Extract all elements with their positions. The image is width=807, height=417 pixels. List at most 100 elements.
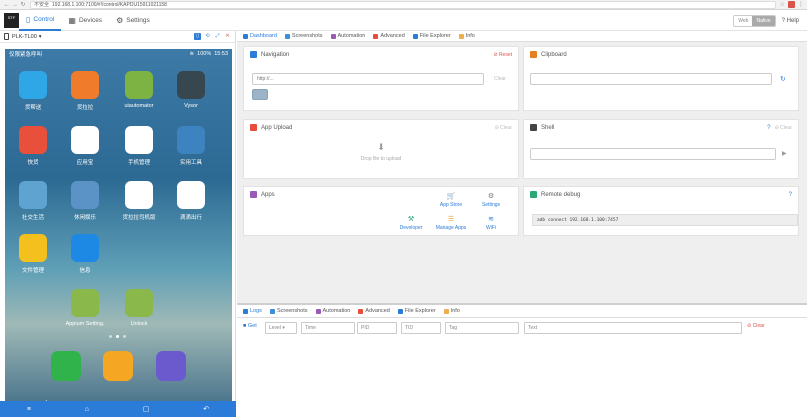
url-input[interactable]: http://... xyxy=(252,73,484,85)
automation-icon xyxy=(330,33,336,39)
rotate-icon[interactable]: ⟲ xyxy=(204,33,211,40)
drop-zone[interactable]: ⬇ Drop file to upload xyxy=(244,136,518,176)
address-bar[interactable]: 不安全 192.168.1.100:7100/#!/control/KAPDU1… xyxy=(30,0,776,9)
app-icon[interactable]: 手机管理 xyxy=(119,126,159,166)
app-tile xyxy=(71,234,99,262)
reload-icon[interactable]: ↻ xyxy=(19,1,27,9)
tab-control[interactable]: ▯ Control xyxy=(19,11,62,31)
app-icon[interactable]: Unlock xyxy=(119,289,159,327)
subtab-screenshots-2[interactable]: Screenshots xyxy=(269,308,308,314)
device-screen[interactable]: 仅限紧急呼叫 ≋ 100% 15:53 货帮送 货拉拉 uiautomator Vys… xyxy=(5,49,232,416)
shell-title: Shell xyxy=(541,124,555,131)
level-select[interactable]: Level ▾ xyxy=(265,321,297,334)
screen-icon[interactable]: ▯ xyxy=(194,33,201,40)
developer-button[interactable]: ⚒ Developer xyxy=(394,215,428,231)
subtab-screenshots[interactable]: Screenshots xyxy=(284,33,323,39)
dashboard-area: Dashboard Screenshots Automation Advance… xyxy=(237,31,807,303)
close-icon[interactable]: ✕ xyxy=(224,33,231,40)
app-label: Unlock xyxy=(130,321,148,327)
device-selector[interactable]: PLK-TL00 xyxy=(12,34,37,40)
app-icon[interactable]: 滴滴出行 xyxy=(171,181,211,221)
app-icon[interactable]: 货拉拉 xyxy=(65,71,105,111)
star-icon[interactable]: ☆ xyxy=(780,1,785,8)
log-subtabs: Logs Screenshots Automation Advanced Fil… xyxy=(237,305,807,318)
shell-card: Shell ? ⊘ Clear ▶ xyxy=(523,119,799,179)
app-icon[interactable]: 实用工具 xyxy=(171,126,211,166)
clear-url-button[interactable]: Clear xyxy=(494,76,506,82)
app-icon[interactable]: 休闲娱乐 xyxy=(65,181,105,221)
subtab-advanced-2[interactable]: Advanced xyxy=(358,308,390,314)
text-filter[interactable]: Text xyxy=(524,321,742,334)
app-icon[interactable]: 文件管理 xyxy=(13,234,53,274)
app-store-button[interactable]: 🛒 App Store xyxy=(434,192,468,208)
app-icon[interactable]: 货拉拉司机版 xyxy=(119,181,159,221)
subtab-info[interactable]: Info xyxy=(458,33,475,39)
pid-filter[interactable]: PID xyxy=(357,321,397,334)
app-icon[interactable]: 快货 xyxy=(13,126,53,166)
time-filter[interactable]: Time xyxy=(301,321,355,334)
browser-app-icon[interactable] xyxy=(156,351,186,381)
tab-settings[interactable]: ⚙ Settings xyxy=(109,11,157,31)
help-link[interactable]: ? Help xyxy=(782,18,799,24)
subtab-file-explorer[interactable]: File Explorer xyxy=(412,33,451,39)
clear-logs-button[interactable]: ⊘ Clear xyxy=(747,323,765,329)
open-browser-button[interactable] xyxy=(252,89,268,100)
extension-icon[interactable] xyxy=(788,1,795,8)
app-icon[interactable]: 应用宝 xyxy=(65,126,105,166)
fullscreen-icon[interactable]: ⤢ xyxy=(214,33,221,40)
phone-app-icon[interactable] xyxy=(51,351,81,381)
tid-filter[interactable]: TID xyxy=(401,321,441,334)
app-label: 信息 xyxy=(79,268,91,274)
run-icon[interactable]: ▶ xyxy=(782,150,787,157)
subtab-advanced[interactable]: Advanced xyxy=(373,33,405,39)
reset-button[interactable]: ⊘ Reset xyxy=(493,52,512,58)
app-icon[interactable]: 货帮送 xyxy=(13,71,53,111)
subtab-automation[interactable]: Automation xyxy=(330,33,365,39)
chevron-down-icon[interactable]: ▾ xyxy=(39,34,42,40)
adb-command[interactable]: adb connect 192.168.1.100:7457 xyxy=(532,214,798,226)
app-icon[interactable]: 信息 xyxy=(65,234,105,274)
menu-icon[interactable]: ≡ xyxy=(27,406,31,413)
app-tile xyxy=(19,234,47,262)
clear-shell-button[interactable]: ⊘ Clear xyxy=(774,125,792,131)
subtab-dashboard[interactable]: Dashboard xyxy=(243,33,277,39)
wifi-icon: ≋ xyxy=(488,216,494,223)
app-label: 货拉拉 xyxy=(76,105,94,111)
kebab-icon[interactable]: ⋮ xyxy=(798,1,804,8)
refresh-icon[interactable]: ↻ xyxy=(780,75,786,83)
settings-button[interactable]: ⚙ Settings xyxy=(474,192,508,208)
wifi-button[interactable]: ≋ WiFi xyxy=(474,215,508,231)
upload-icon xyxy=(250,124,257,131)
app-icon[interactable]: 社交生活 xyxy=(13,181,53,221)
subtab-file-explorer-2[interactable]: File Explorer xyxy=(397,308,436,314)
manage-apps-button[interactable]: ☰ Manage Apps xyxy=(434,215,468,231)
back-icon[interactable]: ← xyxy=(3,1,11,9)
clipboard-title: Clipboard xyxy=(541,51,567,58)
contacts-app-icon[interactable] xyxy=(103,351,133,381)
help-icon[interactable]: ? xyxy=(789,192,792,198)
back-arrow-icon[interactable]: ↶ xyxy=(203,405,209,413)
subtab-automation-2[interactable]: Automation xyxy=(315,308,350,314)
clipboard-input[interactable] xyxy=(530,73,772,85)
app-icon[interactable]: Vysor xyxy=(171,71,211,109)
app-icon[interactable]: uiautomator xyxy=(119,71,159,109)
download-icon: ⬇ xyxy=(377,142,385,152)
forward-icon[interactable]: → xyxy=(11,1,19,9)
get-logs-button[interactable]: ■ Get xyxy=(243,323,257,329)
app-icon[interactable]: Appium Setting. xyxy=(65,289,105,327)
subtab-info-2[interactable]: Info xyxy=(443,308,460,314)
help-icon[interactable]: ? xyxy=(767,125,770,131)
mode-native-button[interactable]: Native xyxy=(752,16,775,26)
camera-icon xyxy=(269,308,275,314)
square-icon[interactable]: ▢ xyxy=(143,405,150,413)
shell-input[interactable] xyxy=(530,148,776,160)
app-label: Appium Setting. xyxy=(65,321,105,327)
tab-devices[interactable]: ▦ Devices xyxy=(61,11,109,31)
mode-web-button[interactable]: Web xyxy=(734,16,753,26)
home-icon[interactable]: ⌂ xyxy=(85,406,89,413)
stf-logo[interactable]: STF xyxy=(4,13,19,28)
subtab-logs[interactable]: Logs xyxy=(243,308,262,314)
tag-filter[interactable]: Tag xyxy=(445,321,519,334)
clear-upload-button[interactable]: ⊘ Clear xyxy=(494,125,512,131)
page-indicator xyxy=(109,335,126,338)
